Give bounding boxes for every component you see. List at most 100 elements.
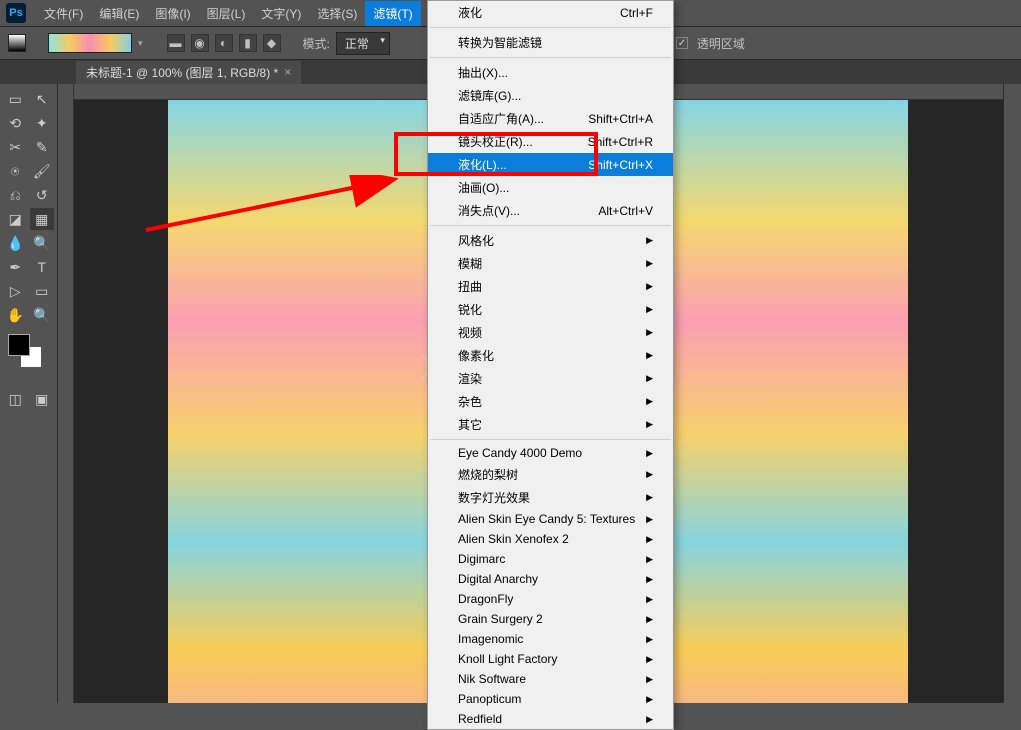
gradient-angle-icon[interactable]: ◐ — [215, 34, 233, 52]
menu-item-filter-gallery[interactable]: 滤镜库(G)... — [428, 84, 673, 107]
menu-item-pixelate[interactable]: 像素化▶ — [428, 344, 673, 367]
menu-item-digital-anarchy[interactable]: Digital Anarchy▶ — [428, 569, 673, 589]
menu-file[interactable]: 文件(F) — [36, 1, 91, 26]
menu-item-imagenomic[interactable]: Imagenomic▶ — [428, 629, 673, 649]
menu-item-distort[interactable]: 扭曲▶ — [428, 275, 673, 298]
menu-separator — [430, 225, 671, 226]
menu-separator — [430, 27, 671, 28]
submenu-arrow-icon: ▶ — [646, 419, 653, 430]
menu-item-eye-candy[interactable]: Eye Candy 4000 Demo▶ — [428, 443, 673, 463]
menu-separator — [430, 57, 671, 58]
menu-item-liquify[interactable]: 液化(L)...Shift+Ctrl+X — [428, 153, 673, 176]
menu-item-lens-correct[interactable]: 镜头校正(R)...Shift+Ctrl+R — [428, 130, 673, 153]
menu-item-knoll[interactable]: Knoll Light Factory▶ — [428, 649, 673, 669]
tools-panel: ▭↖ ⟲✦ ✂✎ ⍟🖌 ⎌↺ ◪▦ 💧🔍 ✒T ▷▭ ✋🔍 ◫▣ — [0, 84, 58, 703]
submenu-arrow-icon: ▶ — [646, 448, 653, 459]
menu-item-redfield[interactable]: Redfield▶ — [428, 709, 673, 729]
menu-item-liquify-repeat[interactable]: 液化Ctrl+F — [428, 1, 673, 24]
arrow-tool-icon[interactable]: ↖ — [30, 88, 54, 110]
menu-item-oil-paint[interactable]: 油画(O)... — [428, 176, 673, 199]
menu-image[interactable]: 图像(I) — [147, 1, 198, 26]
menu-item-noise[interactable]: 杂色▶ — [428, 390, 673, 413]
submenu-arrow-icon: ▶ — [646, 304, 653, 315]
menu-item-dragonfly[interactable]: DragonFly▶ — [428, 589, 673, 609]
gradient-preview[interactable] — [48, 33, 132, 53]
submenu-arrow-icon: ▶ — [646, 594, 653, 605]
menu-edit[interactable]: 编辑(E) — [91, 1, 147, 26]
submenu-arrow-icon: ▶ — [646, 396, 653, 407]
menu-type[interactable]: 文字(Y) — [253, 1, 309, 26]
submenu-arrow-icon: ▶ — [646, 373, 653, 384]
transparent-label: 透明区域 — [697, 35, 745, 52]
transparent-checkbox[interactable]: ✓ — [676, 37, 688, 49]
healing-tool-icon[interactable]: ⍟ — [3, 160, 27, 182]
lasso-tool-icon[interactable]: ⟲ — [3, 112, 27, 134]
submenu-arrow-icon: ▶ — [646, 614, 653, 625]
menu-layer[interactable]: 图层(L) — [199, 1, 254, 26]
gradient-diamond-icon[interactable]: ◆ — [263, 34, 281, 52]
magic-wand-tool-icon[interactable]: ✦ — [30, 112, 54, 134]
submenu-arrow-icon: ▶ — [646, 281, 653, 292]
menu-item-alien-xenofex[interactable]: Alien Skin Xenofex 2▶ — [428, 529, 673, 549]
gradient-reflected-icon[interactable]: ▮ — [239, 34, 257, 52]
submenu-arrow-icon: ▶ — [646, 534, 653, 545]
foreground-color-swatch[interactable] — [8, 334, 30, 356]
submenu-arrow-icon: ▶ — [646, 350, 653, 361]
zoom-tool-icon[interactable]: 🔍 — [30, 304, 54, 326]
menu-item-render[interactable]: 渲染▶ — [428, 367, 673, 390]
gradient-tool-icon[interactable] — [8, 34, 26, 52]
submenu-arrow-icon: ▶ — [646, 235, 653, 246]
eyedropper-tool-icon[interactable]: ✎ — [30, 136, 54, 158]
menu-item-burning-pear[interactable]: 燃烧的梨树▶ — [428, 463, 673, 486]
gradient-tool-icon[interactable]: ▦ — [30, 208, 54, 230]
menu-item-panopticum[interactable]: Panopticum▶ — [428, 689, 673, 709]
crop-tool-icon[interactable]: ✂ — [3, 136, 27, 158]
submenu-arrow-icon: ▶ — [646, 554, 653, 565]
mode-dropdown[interactable]: 正常 — [336, 32, 390, 55]
submenu-arrow-icon: ▶ — [646, 654, 653, 665]
menu-item-convert-smart[interactable]: 转换为智能滤镜 — [428, 31, 673, 54]
submenu-arrow-icon: ▶ — [646, 574, 653, 585]
dodge-tool-icon[interactable]: 🔍 — [30, 232, 54, 254]
history-brush-tool-icon[interactable]: ↺ — [30, 184, 54, 206]
brush-tool-icon[interactable]: 🖌 — [30, 160, 54, 182]
menu-item-digimarc[interactable]: Digimarc▶ — [428, 549, 673, 569]
menu-item-grain-surgery[interactable]: Grain Surgery 2▶ — [428, 609, 673, 629]
menu-item-blur[interactable]: 模糊▶ — [428, 252, 673, 275]
ps-logo: Ps — [6, 3, 26, 23]
document-tab[interactable]: 未标题-1 @ 100% (图层 1, RGB/8) * × — [76, 61, 301, 84]
eraser-tool-icon[interactable]: ◪ — [3, 208, 27, 230]
menu-item-digital-light[interactable]: 数字灯光效果▶ — [428, 486, 673, 509]
submenu-arrow-icon: ▶ — [646, 634, 653, 645]
menu-item-sharpen[interactable]: 锐化▶ — [428, 298, 673, 321]
mode-label: 模式: — [303, 35, 330, 52]
type-tool-icon[interactable]: T — [30, 256, 54, 278]
pen-tool-icon[interactable]: ✒ — [3, 256, 27, 278]
menu-item-extract[interactable]: 抽出(X)... — [428, 61, 673, 84]
submenu-arrow-icon: ▶ — [646, 327, 653, 338]
menu-filter[interactable]: 滤镜(T) — [365, 1, 420, 26]
gradient-radial-icon[interactable]: ◉ — [191, 34, 209, 52]
stamp-tool-icon[interactable]: ⎌ — [3, 184, 27, 206]
menu-item-stylize[interactable]: 风格化▶ — [428, 229, 673, 252]
screenmode-icon[interactable]: ▣ — [30, 388, 54, 410]
menu-select[interactable]: 选择(S) — [309, 1, 365, 26]
path-select-tool-icon[interactable]: ▷ — [3, 280, 27, 302]
shape-tool-icon[interactable]: ▭ — [30, 280, 54, 302]
menu-item-video[interactable]: 视频▶ — [428, 321, 673, 344]
close-tab-icon[interactable]: × — [284, 65, 291, 79]
menu-item-alien-textures[interactable]: Alien Skin Eye Candy 5: Textures▶ — [428, 509, 673, 529]
menu-item-adaptive-wide[interactable]: 自适应广角(A)...Shift+Ctrl+A — [428, 107, 673, 130]
gradient-linear-icon[interactable]: ▬ — [167, 34, 185, 52]
move-tool-icon[interactable]: ▭ — [3, 88, 27, 110]
submenu-arrow-icon: ▶ — [646, 714, 653, 725]
submenu-arrow-icon: ▶ — [646, 514, 653, 525]
menu-item-other[interactable]: 其它▶ — [428, 413, 673, 436]
quickmask-icon[interactable]: ◫ — [3, 388, 27, 410]
menu-item-nik[interactable]: Nik Software▶ — [428, 669, 673, 689]
document-tab-title: 未标题-1 @ 100% (图层 1, RGB/8) * — [86, 64, 278, 81]
submenu-arrow-icon: ▶ — [646, 492, 653, 503]
menu-item-vanishing[interactable]: 消失点(V)...Alt+Ctrl+V — [428, 199, 673, 222]
blur-tool-icon[interactable]: 💧 — [3, 232, 27, 254]
hand-tool-icon[interactable]: ✋ — [3, 304, 27, 326]
